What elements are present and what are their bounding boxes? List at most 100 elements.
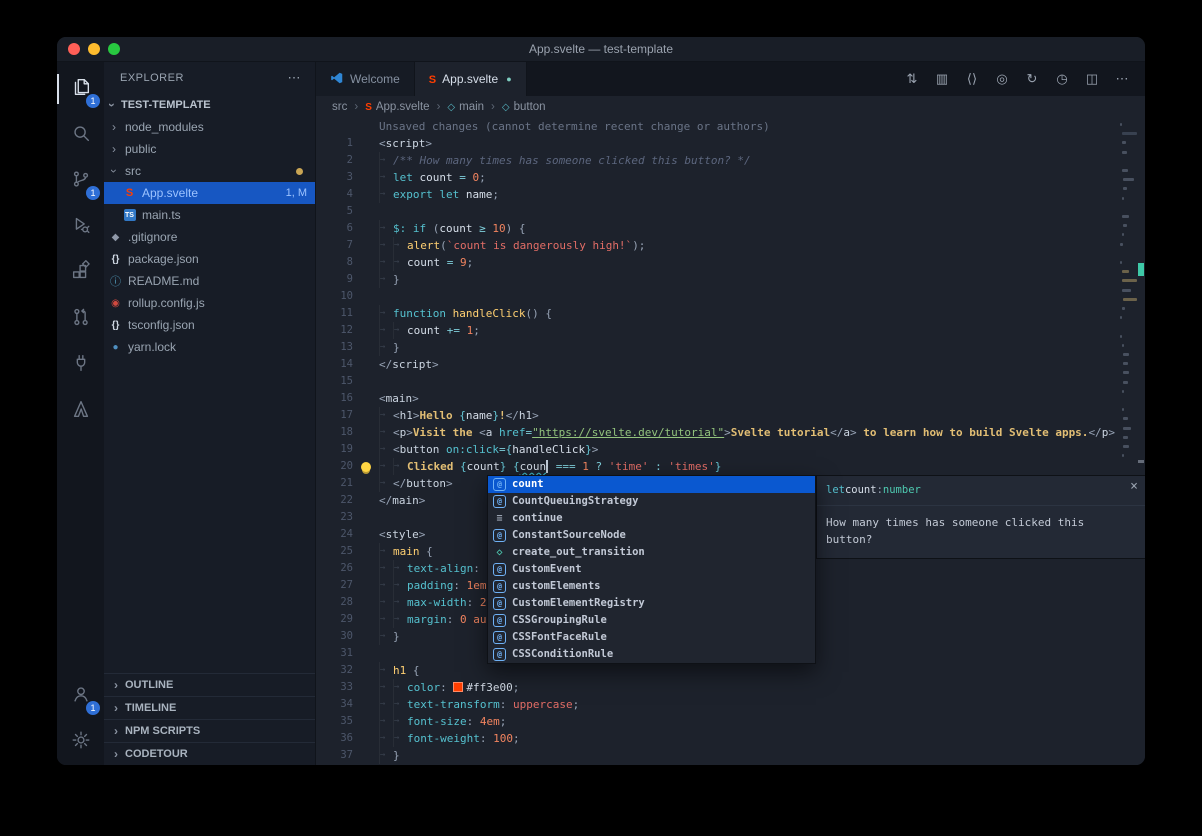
sidebar-section-npm-scripts[interactable]: ›NPM SCRIPTS (104, 719, 315, 742)
file-row-readme-md[interactable]: ⓘREADME.md (104, 270, 315, 292)
file-row-tsconfig-json[interactable]: {}tsconfig.json (104, 314, 315, 336)
suggest-item-customelementregistry[interactable]: @CustomElementRegistry (488, 595, 815, 612)
breadcrumb-item-button[interactable]: ◇button (502, 101, 546, 113)
suggest-item-cssconditionrule[interactable]: @CSSConditionRule (488, 646, 815, 663)
token: padding (407, 579, 453, 592)
minimize-window-button[interactable] (88, 43, 100, 55)
file-row-public[interactable]: ›public (104, 138, 315, 160)
explorer-more-actions-icon[interactable]: ⋯ (288, 70, 302, 86)
code-line[interactable]: 6→$: if (count ≥ 10) { (316, 220, 1145, 237)
code-line[interactable]: 3→let count = 0; (316, 169, 1145, 186)
code-line[interactable]: 37→} (316, 747, 1145, 764)
code-line[interactable]: 34→→text-transform: uppercase; (316, 696, 1145, 713)
code-line[interactable]: 11→function handleClick() { (316, 305, 1145, 322)
file-row-src[interactable]: ›src (104, 160, 315, 182)
line-number: 32 (316, 662, 353, 679)
suggest-item-create_out_transition[interactable]: ◇create_out_transition (488, 544, 815, 561)
code-line[interactable]: 16<main> (316, 390, 1145, 407)
minimap-line (1123, 381, 1128, 384)
suggest-item-cssfontfacerule[interactable]: @CSSFontFaceRule (488, 629, 815, 646)
code-line[interactable]: 36→→font-weight: 100; (316, 730, 1145, 747)
refresh-icon[interactable]: ↻ (1017, 66, 1047, 92)
breadcrumb-item-app-svelte[interactable]: SApp.svelte (365, 101, 429, 113)
code-editor[interactable]: Unsaved changes (cannot determine recent… (316, 118, 1145, 765)
chevron-right-icon: › (110, 747, 122, 761)
code-line[interactable]: 13→} (316, 339, 1145, 356)
file-row-package-json[interactable]: {}package.json (104, 248, 315, 270)
code-line[interactable]: 1<script> (316, 135, 1145, 152)
breadcrumb-item-src[interactable]: src (332, 101, 347, 113)
token: = (459, 171, 472, 184)
file-row-node-modules[interactable]: ›node_modules (104, 116, 315, 138)
sidebar-section-outline[interactable]: ›OUTLINE (104, 673, 315, 696)
token: main (392, 494, 419, 507)
tab-whitespace-icon: → (379, 237, 393, 254)
close-icon[interactable]: × (1130, 478, 1138, 495)
zoom-window-button[interactable] (108, 43, 120, 55)
sidebar-section-codetour[interactable]: ›CODETOUR (104, 742, 315, 765)
code-line[interactable]: 33→→color: #ff3e00; (316, 679, 1145, 696)
open-changes-icon[interactable]: ▥ (927, 66, 957, 92)
history-icon[interactable]: ◷ (1047, 66, 1077, 92)
suggest-item-customelements[interactable]: @customElements (488, 578, 815, 595)
code-line[interactable]: Unsaved changes (cannot determine recent… (316, 118, 1145, 135)
suggest-item-count[interactable]: @count (488, 476, 815, 493)
code-line[interactable]: 18→<p>Visit the <a href="https://svelte.… (316, 424, 1145, 441)
activity-item-run-and-debug[interactable] (57, 204, 104, 250)
activity-item-github-pull-requests[interactable] (57, 296, 104, 342)
code-line[interactable]: 17→<h1>Hello {name}!</h1> (316, 407, 1145, 424)
md-file-icon: ⓘ (108, 273, 123, 289)
lightbulb-icon[interactable] (353, 462, 379, 472)
code-line[interactable]: 19→<button on:click={handleClick}> (316, 441, 1145, 458)
activity-item-azure[interactable] (57, 388, 104, 434)
suggest-item-countqueuingstrategy[interactable]: @CountQueuingStrategy (488, 493, 815, 510)
file-row--gitignore[interactable]: ◆.gitignore (104, 226, 315, 248)
code-line[interactable]: 4→export let name; (316, 186, 1145, 203)
code-line[interactable]: 20→→Clicked {count} {coun === 1 ? 'time'… (316, 458, 1145, 475)
code-line[interactable]: 2→/** How many times has someone clicked… (316, 152, 1145, 169)
tab-welcome[interactable]: Welcome (316, 62, 415, 96)
token: ); (632, 239, 645, 252)
code-line[interactable]: 7→→alert(`count is dangerously high!`); (316, 237, 1145, 254)
file-row-app-svelte[interactable]: SApp.svelte1, M (104, 182, 315, 204)
code-line[interactable]: 5 (316, 203, 1145, 220)
code-line[interactable]: 12→→count += 1; (316, 322, 1145, 339)
project-root-row[interactable]: › TEST-TEMPLATE (104, 94, 315, 116)
suggest-item-cssgroupingrule[interactable]: @CSSGroupingRule (488, 612, 815, 629)
sidebar-section-timeline[interactable]: ›TIMELINE (104, 696, 315, 719)
split-editor-icon[interactable]: ◫ (1077, 66, 1107, 92)
tab-whitespace-icon: → (379, 339, 393, 356)
token: > (446, 477, 453, 490)
code-line[interactable]: 10 (316, 288, 1145, 305)
tab-app-svelte[interactable]: SApp.svelte● (415, 62, 527, 96)
file-row-yarn-lock[interactable]: ●yarn.lock (104, 336, 315, 358)
close-window-button[interactable] (68, 43, 80, 55)
angle-brackets-icon[interactable]: ⟨⟩ (957, 66, 987, 92)
more-actions-icon[interactable]: ⋯ (1107, 66, 1137, 92)
tab-whitespace-icon: → (393, 713, 407, 730)
activity-item-remote-explorer[interactable] (57, 342, 104, 388)
activity-item-manage[interactable] (57, 719, 104, 765)
activity-item-extensions[interactable] (57, 250, 104, 296)
minimap-line (1122, 344, 1124, 347)
activity-item-search[interactable] (57, 112, 104, 158)
code-line[interactable]: 9→} (316, 271, 1145, 288)
token: name (466, 409, 493, 422)
file-row-rollup-config-js[interactable]: ◉rollup.config.js (104, 292, 315, 314)
suggest-item-constantsourcenode[interactable]: @ConstantSourceNode (488, 527, 815, 544)
suggest-item-customevent[interactable]: @CustomEvent (488, 561, 815, 578)
activity-item-source-control[interactable]: 1 (57, 158, 104, 204)
code-line[interactable]: 35→→font-size: 4em; (316, 713, 1145, 730)
compare-changes-icon[interactable]: ⇅ (897, 66, 927, 92)
suggest-item-continue[interactable]: ≡continue (488, 510, 815, 527)
code-line[interactable]: 8→→count = 9; (316, 254, 1145, 271)
commit-icon[interactable]: ◎ (987, 66, 1017, 92)
code-line[interactable]: 32→h1 { (316, 662, 1145, 679)
minimap[interactable] (1119, 118, 1137, 765)
breadcrumb-item-main[interactable]: ◇main (447, 101, 484, 113)
code-line[interactable]: 15 (316, 373, 1145, 390)
activity-item-accounts[interactable]: 1 (57, 673, 104, 719)
activity-item-explorer[interactable]: 1 (57, 66, 104, 112)
code-line[interactable]: 14</script> (316, 356, 1145, 373)
file-row-main-ts[interactable]: TSmain.ts (104, 204, 315, 226)
